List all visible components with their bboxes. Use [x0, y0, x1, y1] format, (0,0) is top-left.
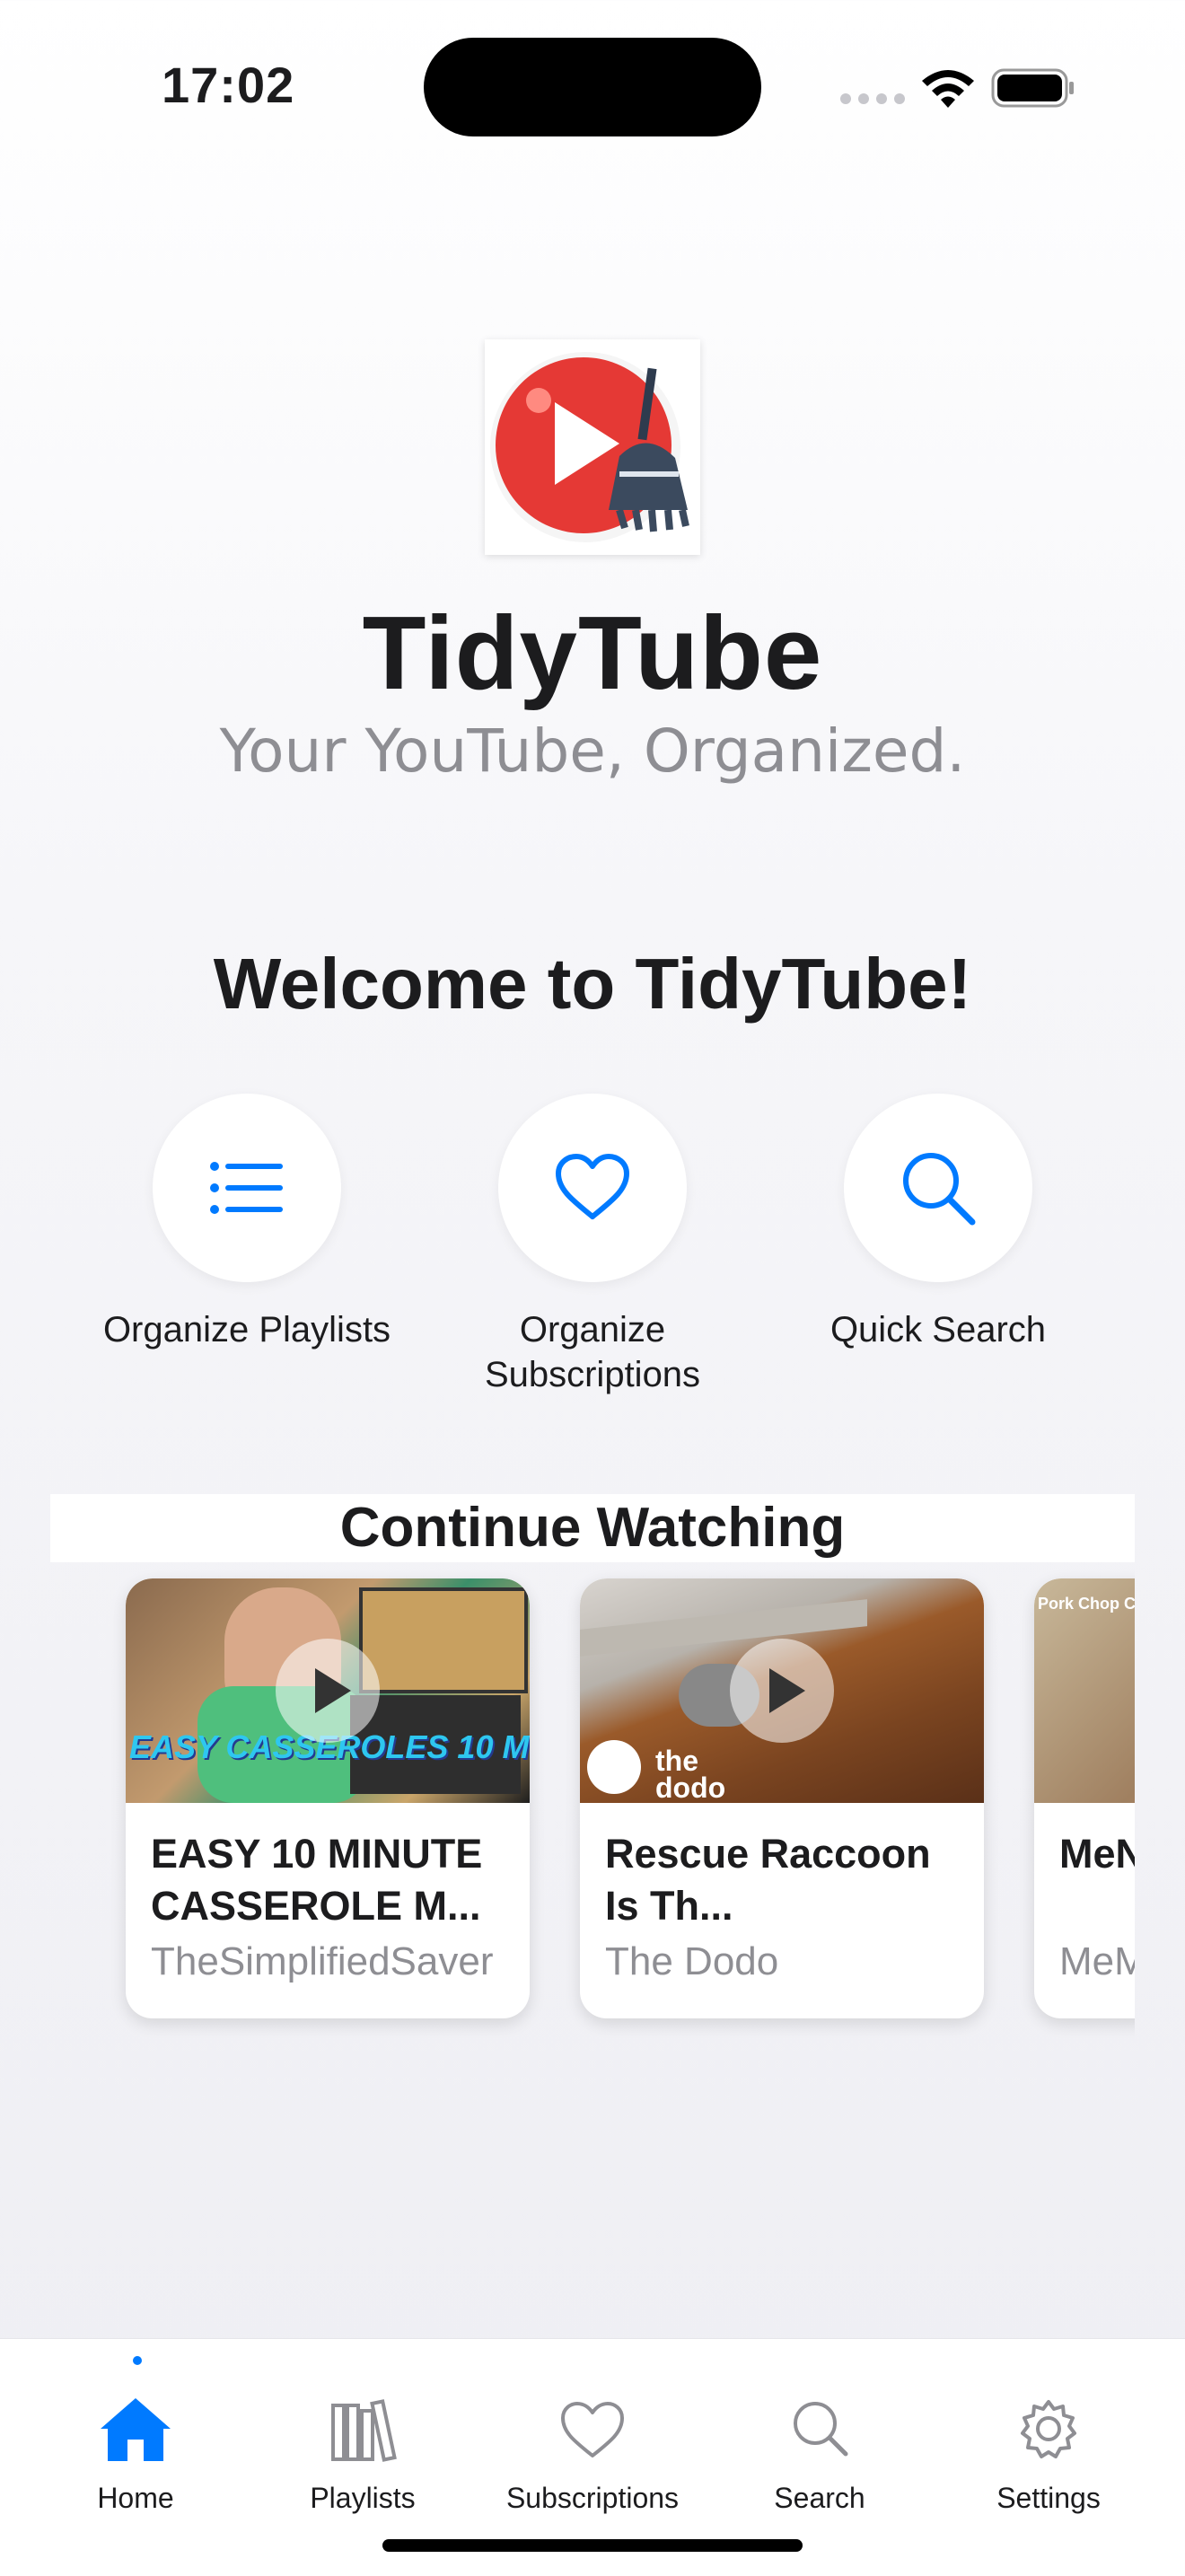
heart-icon: [561, 2402, 624, 2457]
thumbnail-text: Pork Chop C: [1038, 1595, 1135, 1613]
tab-label: Subscriptions: [505, 2482, 680, 2514]
video-title: Rescue Raccoon Is Th...: [605, 1831, 931, 1929]
tab-search[interactable]: Search: [712, 2393, 927, 2515]
video-channel: TheSimplifiedSaver: [151, 1939, 494, 1983]
home-indicator[interactable]: [382, 2539, 803, 2552]
action-label: Organize Playlists: [102, 1310, 391, 1350]
play-icon[interactable]: [730, 1639, 834, 1743]
books-icon: [331, 2399, 397, 2462]
heart-icon: [498, 1094, 687, 1282]
video-thumbnail: Pork Chop C: [1034, 1578, 1135, 1803]
action-label: Organize Subscriptions: [484, 1310, 701, 1394]
wifi-icon: [922, 70, 974, 108]
continue-watching-heading: Continue Watching: [50, 1494, 1135, 1562]
dynamic-island: [424, 38, 761, 136]
tab-playlists[interactable]: Playlists: [255, 2393, 470, 2515]
video-channel: The Dodo: [605, 1939, 779, 1983]
organize-subscriptions-button[interactable]: Organize Subscriptions: [422, 1094, 763, 1397]
welcome-heading: Welcome to TidyTube!: [213, 944, 972, 1024]
gear-icon: [1021, 2400, 1076, 2458]
video-title: EASY 10 MINUTE CASSEROLE M...: [151, 1831, 483, 1929]
tab-label: Search: [774, 2482, 865, 2514]
video-thumbnail: EASY CASSEROLES 10 MINUTE MEALS: [126, 1578, 530, 1803]
action-label: Quick Search: [830, 1310, 1047, 1350]
tab-settings[interactable]: Settings: [941, 2393, 1156, 2515]
tab-subscriptions[interactable]: Subscriptions: [485, 2393, 700, 2515]
tab-home[interactable]: Home: [28, 2393, 243, 2515]
video-channel: MeM: [1059, 1939, 1135, 1983]
search-icon: [844, 1094, 1032, 1282]
app-title: TidyTube: [362, 594, 823, 711]
app-tagline: Your YouTube, Organized.: [219, 717, 966, 786]
quick-search-button[interactable]: Quick Search: [768, 1094, 1109, 1352]
active-tab-indicator: [133, 2356, 142, 2365]
tab-label: Settings: [996, 2482, 1101, 2514]
home-icon: [101, 2398, 171, 2461]
cellular-signal-icon: [840, 93, 905, 104]
tab-label: Home: [97, 2482, 174, 2514]
continue-watching-carousel[interactable]: EASY CASSEROLES 10 MINUTE MEALS EASY 10 …: [50, 1562, 1135, 2047]
battery-icon: [991, 68, 1074, 108]
status-time: 17:02: [162, 57, 295, 113]
thumbnail-text: the dodo: [655, 1745, 726, 1803]
list-icon: [153, 1094, 341, 1282]
video-card[interactable]: EASY CASSEROLES 10 MINUTE MEALS EASY 10 …: [126, 1578, 530, 2018]
tab-label: Playlists: [310, 2482, 416, 2514]
video-card[interactable]: the dodo Rescue Raccoon Is Th... The Dod…: [580, 1578, 984, 2018]
video-title: MeN | Po: [1059, 1831, 1135, 1877]
organize-playlists-button[interactable]: Organize Playlists: [76, 1094, 417, 1352]
play-icon[interactable]: [276, 1639, 380, 1743]
search-icon: [794, 2402, 848, 2457]
video-thumbnail: the dodo: [580, 1578, 984, 1803]
tidytube-logo-icon: [485, 339, 700, 555]
video-card[interactable]: Pork Chop C MeN | Po MeM: [1034, 1578, 1135, 2018]
thumbnail-text: EASY CASSEROLES 10 MINUTE MEALS: [129, 1728, 530, 1765]
